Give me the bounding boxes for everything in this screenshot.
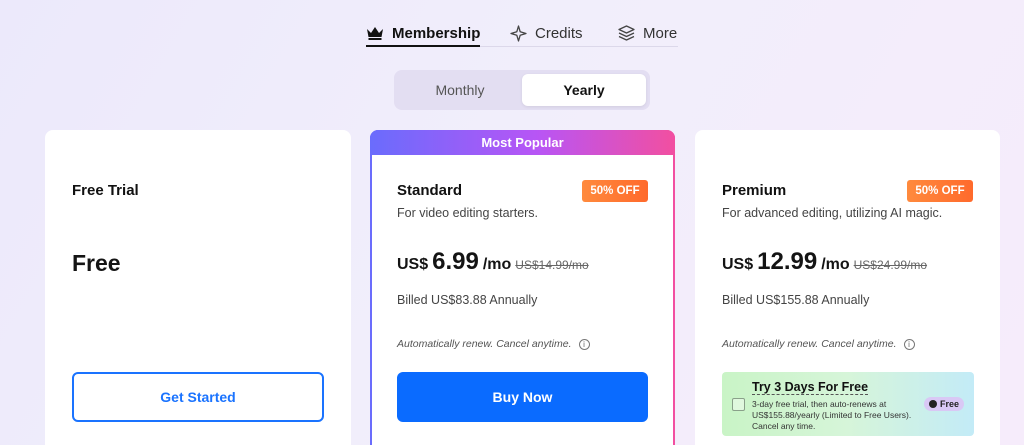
tab-credits[interactable]: Credits [510, 20, 583, 46]
tab-membership-label: Membership [392, 24, 481, 42]
monthly-option[interactable]: Monthly [398, 74, 522, 106]
free-tag-label: Free [939, 399, 959, 409]
auto-renew-text: Automatically renew. Cancel anytime. [722, 338, 897, 350]
tab-membership[interactable]: Membership [366, 20, 481, 47]
price-currency: US$ [722, 256, 754, 273]
plan-category-tabs: Membership Credits More [366, 18, 678, 48]
free-tag: Free [923, 397, 964, 411]
price-row: US$ 12.99 /mo US$24.99/mo [722, 248, 927, 276]
original-price: US$24.99/mo [853, 258, 928, 272]
coin-icon [928, 400, 937, 408]
free-trial-option[interactable]: Try 3 Days For Free 3-day free trial, th… [722, 372, 974, 436]
buy-now-button[interactable]: Buy Now [397, 372, 648, 422]
auto-renew-note: Automatically renew. Cancel anytime. i [397, 338, 590, 350]
sparkle-icon [510, 24, 527, 42]
discount-badge: 50% OFF [582, 180, 648, 202]
billed-annually-text: Billed US$83.88 Annually [397, 293, 538, 307]
price-currency: US$ [397, 256, 429, 273]
info-icon[interactable]: i [903, 338, 915, 350]
plan-description: For video editing starters. [397, 206, 539, 220]
most-popular-banner: Most Popular [370, 130, 675, 155]
auto-renew-note: Automatically renew. Cancel anytime. i [722, 338, 915, 350]
tab-more-label: More [643, 24, 678, 42]
tab-more[interactable]: More [618, 20, 677, 46]
layers-icon [618, 25, 635, 41]
discount-badge: 50% OFF [907, 180, 973, 202]
original-price: US$14.99/mo [515, 258, 589, 272]
info-icon[interactable]: i [578, 338, 590, 350]
free-trial-checkbox[interactable] [732, 398, 745, 411]
price-period: /mo [821, 256, 850, 273]
price-amount: 6.99 [432, 248, 479, 275]
plan-price: Free [72, 250, 121, 276]
plan-name: Premium [722, 182, 787, 199]
free-trial-description: 3-day free trial, then auto-renews at US… [752, 399, 912, 431]
plan-name: Free Trial [72, 182, 139, 199]
price-amount: 12.99 [757, 248, 818, 275]
free-trial-title: Try 3 Days For Free [752, 380, 869, 395]
billed-annually-text: Billed US$155.88 Annually [722, 293, 870, 307]
billing-period-toggle: Monthly Yearly [394, 70, 650, 110]
plan-card-standard: Most Popular Standard 50% OFF For video … [370, 130, 675, 445]
crown-icon [367, 27, 383, 40]
plan-card-premium: Premium 50% OFF For advanced editing, ut… [695, 130, 1000, 445]
auto-renew-text: Automatically renew. Cancel anytime. [397, 338, 572, 350]
get-started-button[interactable]: Get Started [72, 372, 324, 422]
price-row: US$ 6.99 /mo US$14.99/mo [397, 248, 589, 276]
price-period: /mo [482, 256, 512, 273]
plan-name: Standard [397, 182, 463, 199]
plan-description: For advanced editing, utilizing AI magic… [722, 206, 943, 220]
yearly-option[interactable]: Yearly [522, 74, 646, 106]
tab-credits-label: Credits [535, 24, 583, 42]
plan-card-free: Free Trial Free Get Started [45, 130, 351, 445]
